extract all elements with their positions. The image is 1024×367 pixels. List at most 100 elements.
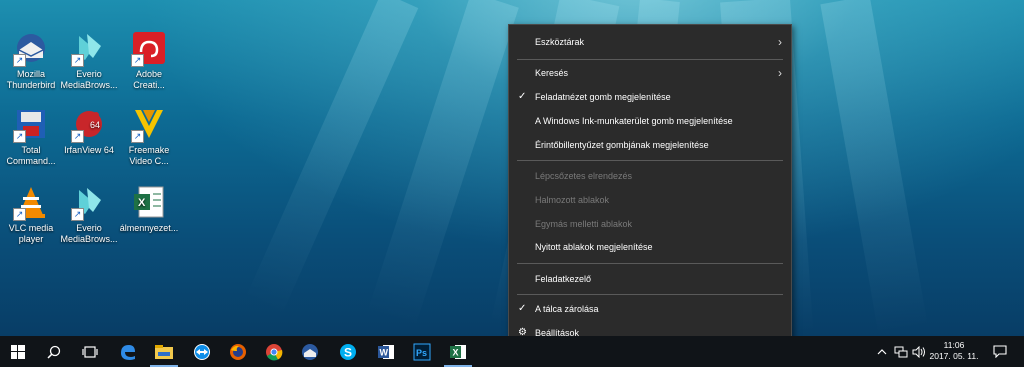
check-icon: ✓ (518, 303, 527, 314)
menu-item-cascade: Lépcsőzetes elrendezés (509, 165, 791, 187)
desktop-icon-irfanview[interactable]: 64 ↗ IrfanView 64 (58, 106, 120, 156)
teamviewer-button[interactable] (184, 336, 220, 367)
desktop-icon-label: Everio MediaBrows... (60, 223, 118, 244)
thunderbird-icon (302, 343, 318, 360)
desktop-icon-freemake[interactable]: ↗ Freemake Video C... (118, 106, 180, 167)
menu-separator (517, 59, 783, 60)
desktop-icon-thunderbird[interactable]: ↗ Mozilla Thunderbird (0, 30, 62, 91)
irfanview-icon: 64 ↗ (71, 106, 107, 143)
desktop-icon-label: Everio MediaBrows... (60, 69, 118, 90)
menu-item-lock-taskbar[interactable]: ✓ A tálca zárolása (509, 298, 791, 320)
menu-item-label: A tálca zárolása (535, 304, 599, 314)
menu-item-label: Feladatnézet gomb megjelenítése (535, 92, 671, 102)
menu-item-show-desktop[interactable]: Nyitott ablakok megjelenítése (509, 236, 791, 258)
desktop-icon-label: Total Command... (6, 145, 56, 166)
search-icon (47, 345, 61, 359)
task-view-button[interactable] (72, 336, 108, 367)
thunderbird-icon: ↗ (13, 30, 49, 67)
excel-icon: X (450, 344, 466, 359)
excel-file-icon: X (131, 184, 167, 220)
taskbar-context-menu: Eszköztárak › Keresés › ✓ Feladatnézet g… (508, 24, 792, 353)
volume-button[interactable] (910, 336, 928, 367)
chevron-right-icon: › (778, 66, 782, 80)
desktop-icon-label: VLC media player (8, 223, 54, 244)
desktop-icon-label: IrfanView 64 (64, 145, 114, 155)
chrome-icon (266, 343, 283, 360)
photoshop-button[interactable]: Ps (404, 336, 440, 367)
action-center-button[interactable] (988, 336, 1012, 367)
menu-item-side-by-side: Egymás melletti ablakok (509, 213, 791, 235)
desktop-icon-vlc[interactable]: ↗ VLC media player (0, 184, 62, 245)
word-icon: W (378, 344, 394, 359)
firefox-button[interactable] (220, 336, 256, 367)
menu-item-label: Lépcsőzetes elrendezés (535, 171, 633, 181)
file-explorer-button[interactable] (146, 336, 182, 367)
desktop-icon-label: Freemake Video C... (128, 145, 170, 166)
freemake-icon: ↗ (131, 106, 167, 143)
svg-text:W: W (380, 347, 389, 357)
menu-item-label: Keresés (535, 68, 569, 78)
desktop-icon-label: Adobe Creati... (133, 69, 165, 90)
vlc-icon: ↗ (13, 184, 49, 221)
everio-icon: ↗ (71, 184, 107, 221)
windows-logo-icon (11, 344, 25, 359)
menu-item-label: Nyitott ablakok megjelenítése (535, 242, 653, 252)
svg-text:64: 64 (90, 120, 100, 130)
start-button[interactable] (0, 336, 36, 367)
menu-separator (517, 160, 783, 161)
network-icon (894, 346, 908, 357)
show-hidden-icons-button[interactable] (874, 336, 890, 367)
menu-item-label: Egymás melletti ablakok (535, 219, 633, 229)
chevron-right-icon: › (778, 35, 782, 49)
clock[interactable]: 11:06 2017. 05. 11. (927, 340, 981, 362)
menu-separator (517, 263, 783, 264)
photoshop-icon: Ps (413, 343, 431, 360)
menu-item-windows-ink-button[interactable]: A Windows Ink-munkaterület gomb megjelen… (509, 110, 791, 132)
menu-item-label: Eszköztárak (535, 37, 585, 47)
clock-time: 11:06 (943, 340, 965, 350)
desktop-icon-excel-file[interactable]: X álmennyezet... (118, 184, 180, 234)
menu-item-label: Halmozott ablakok (535, 195, 610, 205)
notification-icon (993, 345, 1007, 358)
chevron-up-icon (877, 348, 887, 354)
network-button[interactable] (892, 336, 910, 367)
menu-item-search[interactable]: Keresés › (509, 62, 791, 84)
menu-item-stacked: Halmozott ablakok (509, 189, 791, 211)
chrome-button[interactable] (256, 336, 292, 367)
svg-text:S: S (344, 345, 352, 359)
edge-icon (121, 344, 135, 360)
svg-text:Ps: Ps (416, 348, 427, 358)
svg-text:X: X (138, 197, 146, 209)
menu-item-touch-keyboard-button[interactable]: Érintőbillentyűzet gombjának megjeleníté… (509, 134, 791, 156)
thunderbird-button[interactable] (292, 336, 328, 367)
desktop-icon-label: álmennyezet... (119, 223, 179, 233)
desktop-icon-label: Mozilla Thunderbird (6, 69, 56, 90)
menu-item-label: A Windows Ink-munkaterület gomb megjelen… (535, 116, 733, 126)
file-explorer-icon (155, 344, 173, 359)
teamviewer-icon (194, 343, 210, 360)
speaker-icon (912, 345, 925, 358)
word-button[interactable]: W (368, 336, 404, 367)
menu-item-toolbars[interactable]: Eszköztárak › (509, 31, 791, 53)
taskbar: S W Ps X 11:06 2017. 05. 11. (0, 336, 1024, 367)
excel-button[interactable]: X (440, 336, 476, 367)
task-view-icon (82, 345, 98, 358)
desktop-icon-adobe[interactable]: ↗ Adobe Creati... (118, 30, 180, 91)
adobe-icon: ↗ (131, 30, 167, 67)
skype-button[interactable]: S (330, 336, 366, 367)
desktop-icon-everio-2[interactable]: ↗ Everio MediaBrows... (58, 184, 120, 245)
firefox-icon (230, 343, 246, 360)
edge-button[interactable] (110, 336, 146, 367)
desktop-icon-total-commander[interactable]: ↗ Total Command... (0, 106, 62, 167)
menu-separator (517, 294, 783, 295)
clock-date: 2017. 05. 11. (929, 351, 979, 361)
menu-item-task-manager[interactable]: Feladatkezelő (509, 268, 791, 290)
everio-icon: ↗ (71, 30, 107, 67)
check-icon: ✓ (518, 91, 527, 102)
search-button[interactable] (36, 336, 72, 367)
total-commander-icon: ↗ (13, 106, 49, 143)
svg-text:X: X (453, 347, 459, 357)
desktop-icon-everio[interactable]: ↗ Everio MediaBrows... (58, 30, 120, 91)
menu-item-label: Feladatkezelő (535, 274, 592, 284)
menu-item-task-view-button[interactable]: ✓ Feladatnézet gomb megjelenítése (509, 86, 791, 108)
